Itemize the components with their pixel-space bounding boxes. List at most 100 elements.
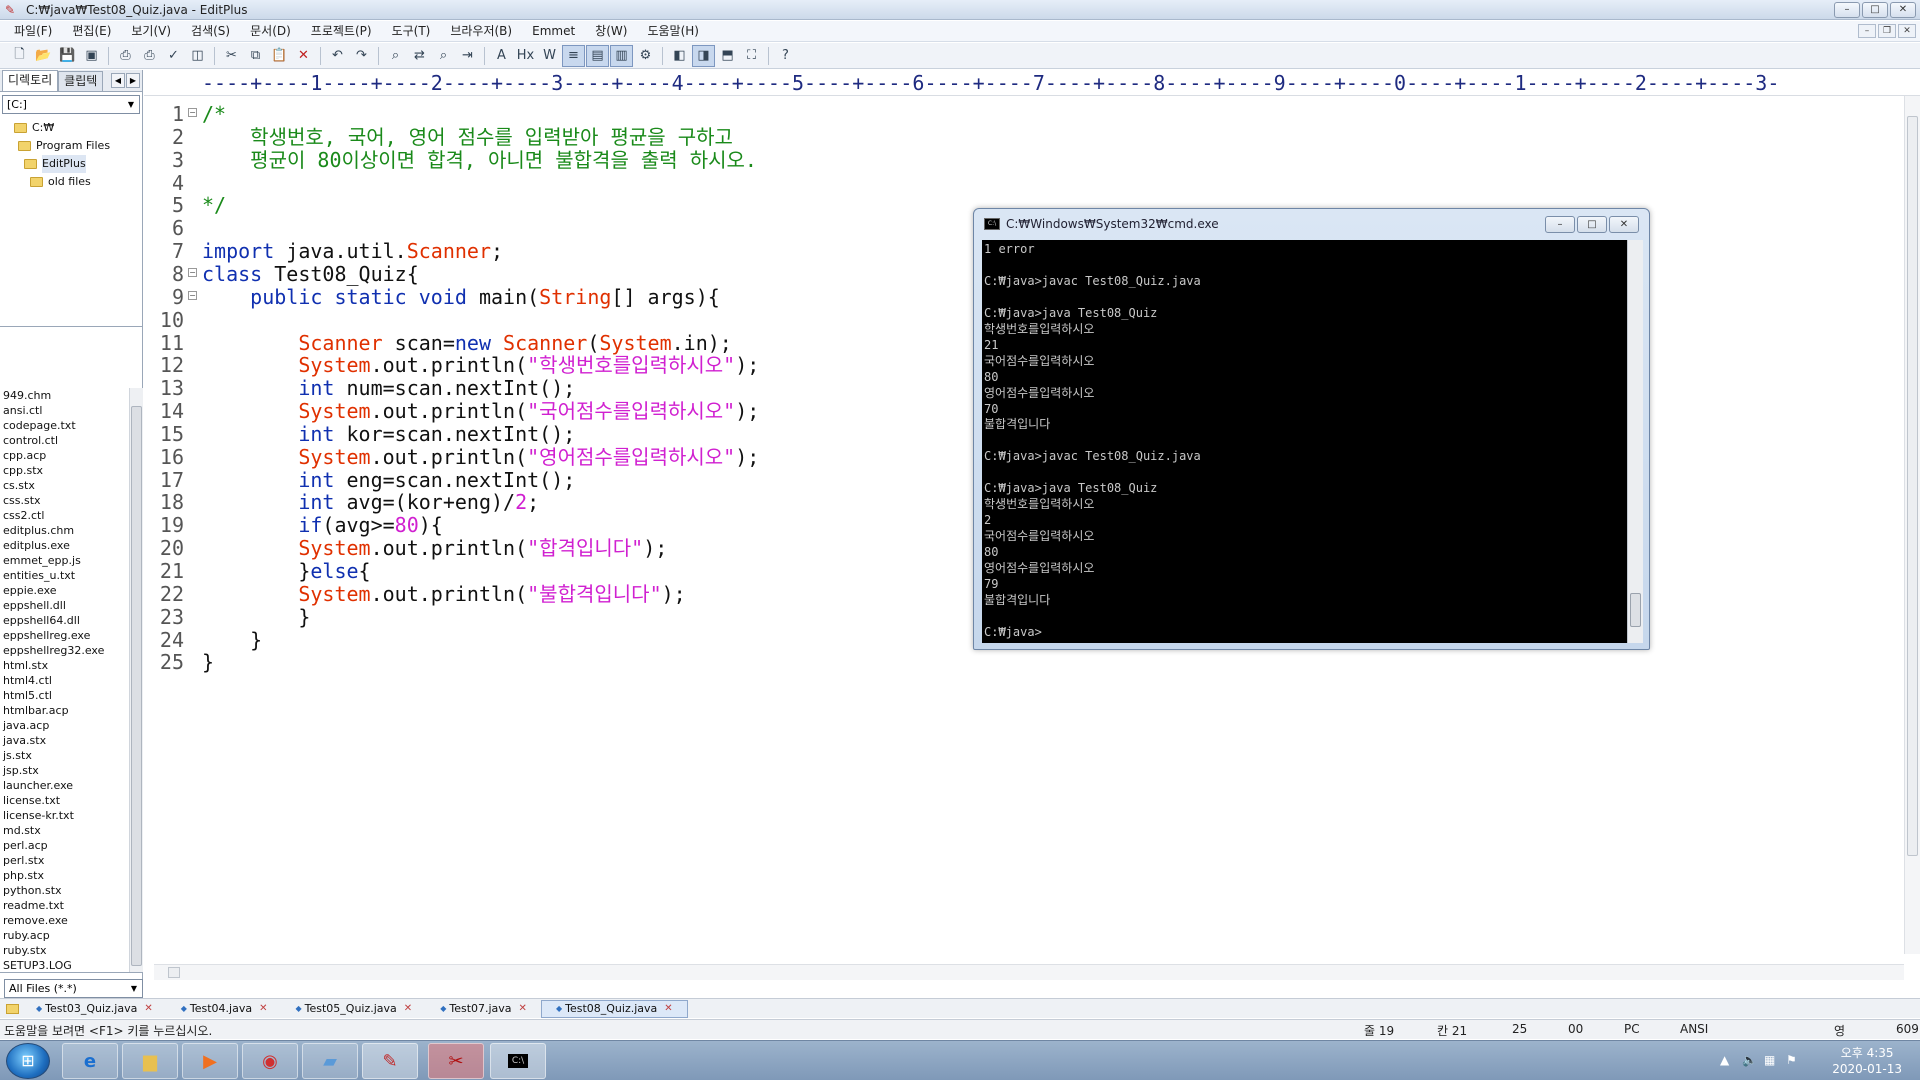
save-icon[interactable]: 💾 — [56, 45, 79, 67]
scrollbar-thumb[interactable] — [1630, 593, 1641, 627]
hex-icon[interactable]: Hx — [514, 45, 537, 67]
file-list-item[interactable]: html4.ctl — [3, 673, 143, 688]
snipping-tool-icon[interactable]: ✂ — [428, 1043, 484, 1079]
tree-item-program-files[interactable]: Program Files — [0, 137, 142, 155]
close-button[interactable]: ✕ — [1890, 2, 1916, 18]
goto-icon[interactable]: ⇥ — [456, 45, 479, 67]
menu-window[interactable]: 창(W) — [585, 22, 637, 41]
doc-tab[interactable]: ◆ Test03_Quiz.java ✕ — [22, 1000, 167, 1018]
tab-directory[interactable]: 디렉토리 — [2, 70, 59, 91]
file-list-item[interactable]: control.ctl — [3, 433, 143, 448]
settings-icon[interactable]: ⚙ — [634, 45, 657, 67]
file-list-item[interactable]: launcher.exe — [3, 778, 143, 793]
volume-icon[interactable]: 🔈 — [1742, 1053, 1757, 1067]
help-icon[interactable]: ? — [774, 45, 797, 67]
fold-toggle-icon[interactable]: − — [188, 290, 197, 300]
doc-minimize-button[interactable]: – — [1858, 24, 1876, 38]
file-list-item[interactable]: editplus.exe — [3, 538, 143, 553]
file-list-item[interactable]: emmet_epp.js — [3, 553, 143, 568]
file-list-item[interactable]: jsp.stx — [3, 763, 143, 778]
output-window-icon[interactable]: ⬒ — [716, 45, 739, 67]
file-list-item[interactable]: codepage.txt — [3, 418, 143, 433]
network-icon[interactable]: ▦ — [1764, 1053, 1775, 1067]
replace-icon[interactable]: ⇄ — [408, 45, 431, 67]
tree-item-old-files[interactable]: old files — [0, 173, 142, 191]
code-line[interactable]: public static void main(String[] args){ — [202, 283, 720, 311]
file-list-item[interactable]: css.stx — [3, 493, 143, 508]
file-list-item[interactable]: license.txt — [3, 793, 143, 808]
fullscreen-icon[interactable]: ⛶ — [740, 45, 763, 67]
print-icon[interactable]: ⎙ — [138, 45, 161, 67]
line-number-icon[interactable]: ≡ — [562, 44, 585, 67]
file-list-item[interactable]: eppie.exe — [3, 583, 143, 598]
doc-close-button[interactable]: ✕ — [1898, 24, 1916, 38]
menu-file[interactable]: 파일(F) — [4, 22, 62, 41]
cmd-close-button[interactable]: ✕ — [1609, 216, 1639, 233]
menu-project[interactable]: 프로젝트(P) — [301, 22, 382, 41]
tree-item-editplus[interactable]: EditPlus — [0, 155, 142, 173]
maximize-button[interactable]: □ — [1862, 2, 1888, 18]
file-list-item[interactable]: htmlbar.acp — [3, 703, 143, 718]
file-list-item[interactable]: cpp.acp — [3, 448, 143, 463]
file-list-item[interactable]: license-kr.txt — [3, 808, 143, 823]
cmd-title-bar[interactable]: C:\ C:₩Windows₩System32₩cmd.exe — [984, 216, 1219, 232]
file-list-scrollbar[interactable] — [129, 388, 143, 972]
action-center-icon[interactable]: ⚑ — [1786, 1053, 1797, 1067]
cut-icon[interactable]: ✂ — [220, 45, 243, 67]
media-player-icon[interactable]: ▶ — [182, 1043, 238, 1079]
ruler-icon[interactable]: ▥ — [610, 44, 633, 67]
code-line[interactable]: */ — [202, 191, 226, 219]
file-list-item[interactable]: html.stx — [3, 658, 143, 673]
file-list-item[interactable]: ruby.acp — [3, 928, 143, 943]
close-tab-icon[interactable]: ✕ — [144, 1000, 152, 1018]
notepad-icon[interactable]: ▰ — [302, 1043, 358, 1079]
editor-horizontal-scrollbar[interactable] — [154, 964, 1904, 980]
delete-icon[interactable]: ✕ — [292, 45, 315, 67]
file-list-item[interactable]: perl.stx — [3, 853, 143, 868]
font-icon[interactable]: A — [490, 45, 513, 67]
scrollbar-thumb[interactable] — [1907, 116, 1918, 856]
file-list-item[interactable]: eppshell64.dll — [3, 613, 143, 628]
scrollbar-thumb[interactable] — [131, 406, 142, 966]
find-in-files-icon[interactable]: ⌕ — [432, 45, 455, 67]
close-tab-icon[interactable]: ✕ — [664, 1000, 672, 1018]
fold-toggle-icon[interactable]: − — [188, 267, 197, 277]
tab-scroll-right-icon[interactable]: ▶ — [126, 73, 140, 88]
code-line[interactable]: } — [202, 648, 214, 676]
print-preview-icon[interactable]: ⎙ — [114, 45, 137, 67]
save-all-icon[interactable]: ▣ — [80, 45, 103, 67]
start-orb-icon[interactable]: ⊞ — [6, 1043, 50, 1079]
file-list-item[interactable]: entities_u.txt — [3, 568, 143, 583]
cliptext-window-icon[interactable]: ◨ — [692, 44, 715, 67]
title-bar[interactable]: ✎ C:₩java₩Test08_Quiz.java - EditPlus – … — [0, 0, 1920, 20]
cmd-console-output[interactable]: 1 error C:₩java>javac Test08_Quiz.java C:₩… — [982, 240, 1627, 643]
new-file-icon[interactable]: 🗋 — [8, 45, 31, 67]
menu-view[interactable]: 보기(V) — [121, 22, 181, 41]
file-list-item[interactable]: eppshell.dll — [3, 598, 143, 613]
menu-browser[interactable]: 브라우저(B) — [440, 22, 522, 41]
file-list-item[interactable]: ruby.stx — [3, 943, 143, 958]
scrollbar-thumb[interactable] — [168, 967, 180, 978]
close-tab-icon[interactable]: ✕ — [519, 1000, 527, 1018]
file-list-item[interactable]: html5.ctl — [3, 688, 143, 703]
file-list-item[interactable]: cs.stx — [3, 478, 143, 493]
file-list-item[interactable]: cpp.stx — [3, 463, 143, 478]
doc-tab[interactable]: ◆ Test08_Quiz.java ✕ — [540, 999, 688, 1018]
file-list-item[interactable]: eppshellreg32.exe — [3, 643, 143, 658]
doc-tab[interactable]: ◆ Test07.java ✕ — [426, 1000, 541, 1018]
file-filter-select[interactable]: All Files (*.*) ▼ — [4, 979, 143, 998]
menu-document[interactable]: 문서(D) — [240, 22, 301, 41]
chrome-icon[interactable]: ◉ — [242, 1043, 298, 1079]
file-explorer-icon[interactable]: ▆ — [122, 1043, 178, 1079]
find-icon[interactable]: ⌕ — [384, 45, 407, 67]
file-list-item[interactable]: java.stx — [3, 733, 143, 748]
drive-select[interactable]: [C:] ▼ — [2, 95, 140, 114]
file-list-item[interactable]: python.stx — [3, 883, 143, 898]
file-list-item[interactable]: java.acp — [3, 718, 143, 733]
file-list-item[interactable]: remove.exe — [3, 913, 143, 928]
menu-emmet[interactable]: Emmet — [522, 22, 585, 41]
close-tab-icon[interactable]: ✕ — [259, 1000, 267, 1018]
browser-icon[interactable]: ◫ — [186, 45, 209, 67]
undo-icon[interactable]: ↶ — [326, 45, 349, 67]
system-clock[interactable]: 오후 4:35 2020-01-13 — [1832, 1045, 1902, 1077]
